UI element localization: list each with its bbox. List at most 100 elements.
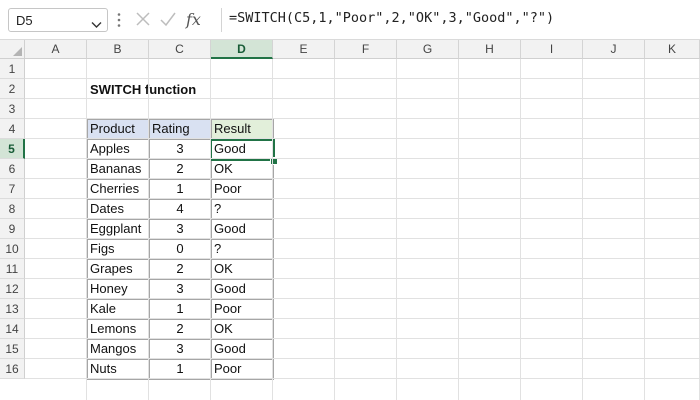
select-all-button[interactable]: [0, 40, 25, 59]
table-border: [87, 179, 274, 180]
gridline-vertical: [334, 59, 335, 400]
column-header-d[interactable]: D: [211, 40, 273, 59]
cell-result[interactable]: Poor: [211, 359, 274, 379]
header-result[interactable]: Result: [211, 119, 274, 139]
formula-input[interactable]: =SWITCH(C5,1,"Poor",2,"OK",3,"Good","?"): [229, 10, 554, 26]
row-header-2[interactable]: 2: [0, 79, 25, 99]
cell-result[interactable]: ?: [211, 239, 274, 259]
row-header-7[interactable]: 7: [0, 179, 25, 199]
gridline-horizontal: [25, 218, 700, 219]
header-rating[interactable]: Rating: [149, 119, 211, 139]
row-header-5[interactable]: 5: [0, 139, 25, 159]
cell-result[interactable]: ?: [211, 199, 274, 219]
cell-result[interactable]: Poor: [211, 299, 274, 319]
cell-rating[interactable]: 3: [149, 339, 211, 359]
header-product[interactable]: Product: [87, 119, 149, 139]
column-header-h[interactable]: H: [459, 40, 521, 59]
cell-result[interactable]: OK: [211, 159, 274, 179]
column-header-i[interactable]: I: [521, 40, 583, 59]
name-box-value: D5: [16, 13, 33, 28]
gridline-horizontal: [25, 158, 700, 159]
cell-rating[interactable]: 3: [149, 219, 211, 239]
gridline-vertical: [396, 59, 397, 400]
cell-result[interactable]: OK: [211, 319, 274, 339]
fx-icon[interactable]: fx: [185, 9, 209, 36]
cell-rating[interactable]: 3: [149, 279, 211, 299]
gridline-vertical: [210, 59, 211, 400]
cell-rating[interactable]: 2: [149, 259, 211, 279]
cell-result[interactable]: OK: [211, 259, 274, 279]
table-border: [87, 219, 274, 220]
column-header-e[interactable]: E: [273, 40, 335, 59]
cell-rating[interactable]: 2: [149, 159, 211, 179]
table-border: [87, 299, 274, 300]
sheet-title[interactable]: SWITCH function: [90, 82, 196, 98]
gridline-horizontal: [25, 98, 700, 99]
gridline-horizontal: [25, 178, 700, 179]
row-header-3[interactable]: 3: [0, 99, 25, 119]
cell-product[interactable]: Kale: [87, 299, 149, 319]
cell-rating[interactable]: 1: [149, 359, 211, 379]
table-border: [87, 379, 274, 380]
cell-result[interactable]: Good: [211, 339, 274, 359]
more-vert-icon[interactable]: [117, 12, 121, 33]
cell-product[interactable]: Eggplant: [87, 219, 149, 239]
cell-result[interactable]: Good: [211, 219, 274, 239]
column-header-b[interactable]: B: [87, 40, 149, 59]
cell-product[interactable]: Nuts: [87, 359, 149, 379]
gridline-horizontal: [25, 138, 700, 139]
row-header-15[interactable]: 15: [0, 339, 25, 359]
gridline-vertical: [148, 59, 149, 400]
cell-product[interactable]: Dates: [87, 199, 149, 219]
row-header-14[interactable]: 14: [0, 319, 25, 339]
table-border: [87, 119, 274, 120]
cell-product[interactable]: Bananas: [87, 159, 149, 179]
row-header-16[interactable]: 16: [0, 359, 25, 379]
cell-product[interactable]: Grapes: [87, 259, 149, 279]
gridline-vertical: [520, 59, 521, 400]
table-border: [87, 199, 274, 200]
cell-product[interactable]: Lemons: [87, 319, 149, 339]
column-header-k[interactable]: K: [645, 40, 700, 59]
cell-rating[interactable]: 4: [149, 199, 211, 219]
column-header-a[interactable]: A: [25, 40, 87, 59]
cell-rating[interactable]: 2: [149, 319, 211, 339]
cell-rating[interactable]: 1: [149, 299, 211, 319]
cell-product[interactable]: Honey: [87, 279, 149, 299]
row-header-8[interactable]: 8: [0, 199, 25, 219]
table-border: [87, 359, 274, 360]
enter-icon[interactable]: [159, 9, 177, 34]
column-header-g[interactable]: G: [397, 40, 459, 59]
cell-rating[interactable]: 0: [149, 239, 211, 259]
row-header-13[interactable]: 13: [0, 299, 25, 319]
row-header-6[interactable]: 6: [0, 159, 25, 179]
chevron-down-icon[interactable]: [91, 16, 102, 34]
gridline-vertical: [582, 59, 583, 400]
cell-rating[interactable]: 3: [149, 139, 211, 159]
column-header-j[interactable]: J: [583, 40, 645, 59]
worksheet-grid[interactable]: SWITCH function Product Rating Result Apple…: [0, 40, 700, 400]
cell-product[interactable]: Mangos: [87, 339, 149, 359]
cell-rating[interactable]: 1: [149, 179, 211, 199]
cell-product[interactable]: Apples: [87, 139, 149, 159]
cell-result[interactable]: Good: [211, 279, 274, 299]
cell-product[interactable]: Cherries: [87, 179, 149, 199]
svg-text:fx: fx: [185, 10, 201, 29]
row-header-11[interactable]: 11: [0, 259, 25, 279]
gridline-horizontal: [25, 78, 700, 79]
row-header-9[interactable]: 9: [0, 219, 25, 239]
gridline-horizontal: [25, 278, 700, 279]
name-box[interactable]: D5: [8, 8, 108, 32]
column-header-f[interactable]: F: [335, 40, 397, 59]
gridline-vertical: [644, 59, 645, 400]
column-header-c[interactable]: C: [149, 40, 211, 59]
row-header-10[interactable]: 10: [0, 239, 25, 259]
cancel-icon[interactable]: [135, 9, 151, 34]
formula-bar-separator: [221, 8, 222, 32]
gridline-vertical: [86, 59, 87, 400]
cell-product[interactable]: Figs: [87, 239, 149, 259]
row-header-12[interactable]: 12: [0, 279, 25, 299]
row-header-1[interactable]: 1: [0, 59, 25, 79]
cell-result[interactable]: Poor: [211, 179, 274, 199]
row-header-4[interactable]: 4: [0, 119, 25, 139]
